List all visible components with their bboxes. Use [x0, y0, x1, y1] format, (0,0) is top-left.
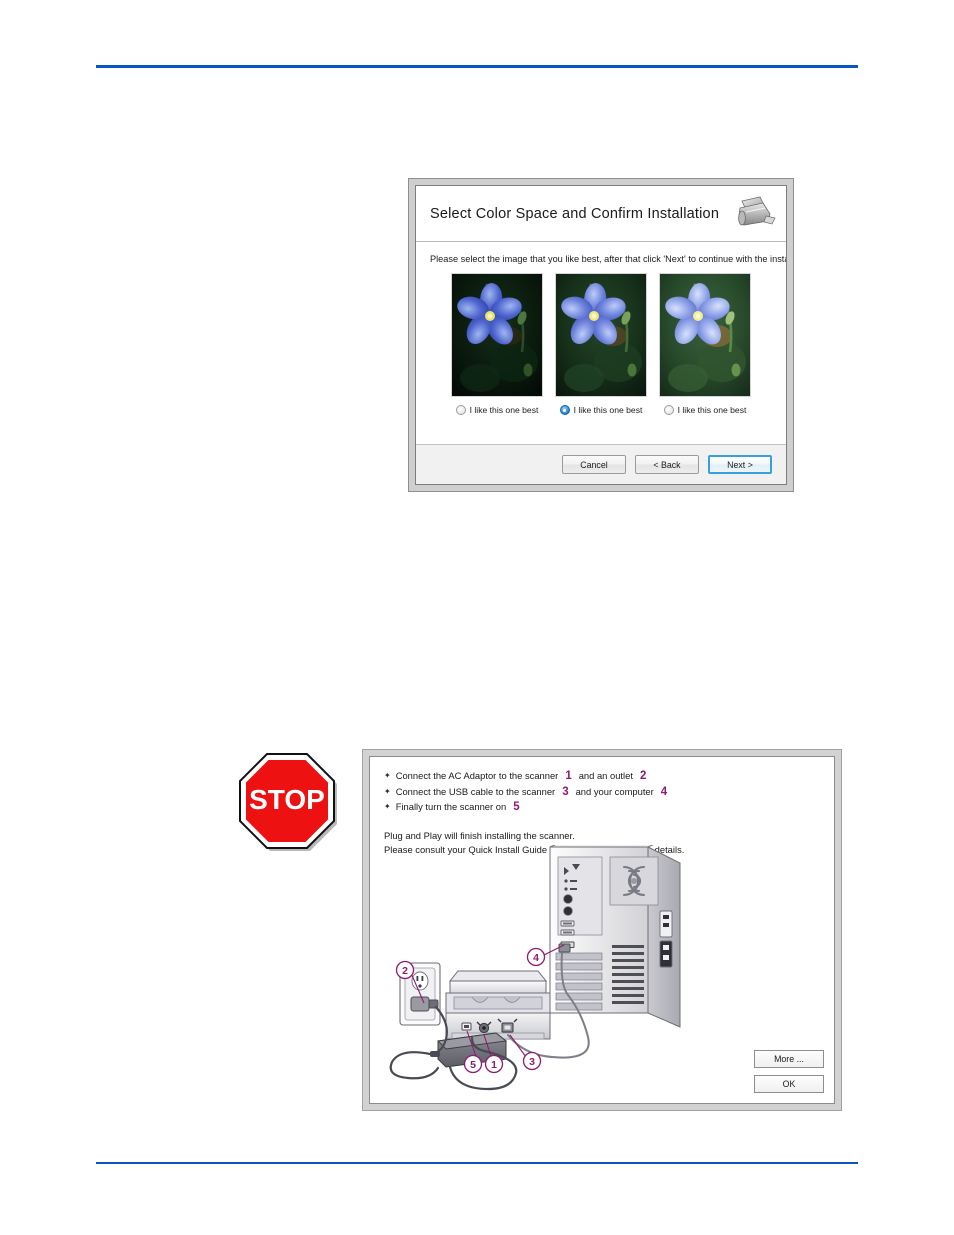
image-choice-2[interactable]: I like this one best	[555, 273, 647, 415]
image-choice-group: I like this one best I like this one bes…	[428, 273, 774, 415]
callout-2: 2	[395, 960, 415, 980]
callout-1: 1	[484, 1054, 504, 1074]
flower-thumbnail-dark[interactable]	[451, 273, 543, 397]
svg-text:2: 2	[402, 965, 408, 977]
svg-text:1: 1	[491, 1059, 497, 1071]
scanner-icon	[730, 194, 776, 234]
svg-text:5: 5	[470, 1059, 476, 1071]
list-item: ✦ Connect the USB cable to the scanner 3…	[384, 785, 820, 801]
setup-dialog-inner: ✦ Connect the AC Adaptor to the scanner …	[369, 756, 835, 1104]
page-footer-rule	[96, 1162, 858, 1164]
svg-text:3: 3	[529, 1056, 535, 1068]
bullet-arrow-icon: ✦	[384, 786, 391, 796]
callout-5: 5	[463, 1054, 483, 1074]
cancel-button[interactable]: Cancel	[562, 455, 626, 474]
color-space-wizard-dialog: Select Color Space and Confirm Installat…	[408, 178, 794, 492]
radio-option-1[interactable]: I like this one best	[455, 405, 539, 415]
connection-steps-list: ✦ Connect the AC Adaptor to the scanner …	[384, 769, 820, 816]
flower-thumbnail-bright[interactable]	[659, 273, 751, 397]
step-number-5: 5	[513, 801, 520, 813]
radio-option-2[interactable]: I like this one best	[559, 405, 643, 415]
wizard-header: Select Color Space and Confirm Installat…	[416, 186, 786, 242]
stop-sign-label: STOP	[249, 784, 325, 815]
radio-button-3[interactable]	[663, 405, 674, 415]
page-header-rule	[96, 65, 858, 68]
connection-setup-dialog: ✦ Connect the AC Adaptor to the scanner …	[362, 749, 842, 1111]
radio-button-1[interactable]	[455, 405, 466, 415]
computer-tower	[549, 832, 681, 1028]
radio-label-3: I like this one best	[677, 405, 747, 415]
stop-sign-graphic: STOP	[237, 751, 337, 851]
callout-4: 4	[526, 947, 546, 967]
scanner-device	[445, 970, 551, 1040]
more-button[interactable]: More ...	[754, 1050, 824, 1068]
page-title: Select Color Space and Confirm Installat…	[430, 205, 720, 222]
step-text-2b: and your computer	[575, 785, 654, 797]
svg-text:4: 4	[533, 952, 539, 964]
bullet-arrow-icon: ✦	[384, 771, 391, 780]
callout-3: 3	[522, 1051, 542, 1071]
wizard-footer: Cancel < Back Next >	[416, 444, 786, 484]
radio-label-2: I like this one best	[573, 405, 643, 415]
flower-thumbnail-medium[interactable]	[555, 273, 647, 397]
wizard-dialog-inner: Select Color Space and Confirm Installat…	[415, 185, 787, 485]
image-choice-3[interactable]: I like this one best	[659, 273, 751, 415]
setup-dialog-buttons: More ... OK	[754, 1050, 824, 1093]
radio-option-3[interactable]: I like this one best	[663, 405, 747, 415]
list-item: ✦ Connect the AC Adaptor to the scanner …	[384, 769, 820, 785]
wizard-instruction: Please select the image that you like be…	[430, 254, 787, 264]
list-item: ✦ Finally turn the scanner on 5	[384, 800, 820, 816]
step-text-3a: Finally turn the scanner on	[395, 801, 507, 812]
ok-button[interactable]: OK	[754, 1075, 824, 1093]
radio-button-2[interactable]	[559, 405, 570, 415]
note-line-1: Plug and Play will finish installing the…	[384, 829, 575, 841]
step-text-1b: and an outlet	[578, 770, 633, 781]
back-button[interactable]: < Back	[635, 455, 699, 474]
wizard-body: Please select the image that you like be…	[416, 242, 786, 444]
next-button[interactable]: Next >	[708, 455, 772, 474]
step-text-2a: Connect the USB cable to the scanner	[395, 785, 556, 797]
image-choice-1[interactable]: I like this one best	[451, 273, 543, 415]
step-number-2: 2	[639, 770, 647, 782]
step-text-1a: Connect the AC Adaptor to the scanner	[395, 770, 559, 781]
step-number-3: 3	[562, 785, 569, 798]
radio-label-1: I like this one best	[469, 405, 539, 415]
bullet-arrow-icon: ✦	[384, 802, 391, 811]
step-number-1: 1	[565, 770, 572, 782]
step-number-4: 4	[660, 785, 668, 798]
